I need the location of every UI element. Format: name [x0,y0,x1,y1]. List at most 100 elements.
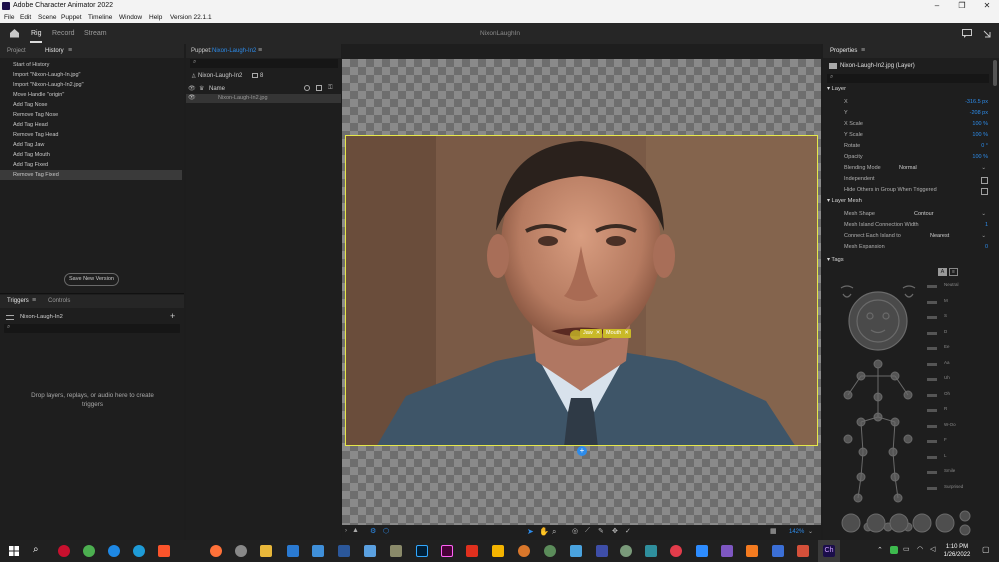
viseme-item[interactable]: Aa [927,360,987,376]
history-item[interactable]: Import "Nixon-Laugh-In2.jpg" [0,80,182,90]
trigger-search-input[interactable]: ⌕ [4,324,180,333]
menu-scene[interactable]: Scene [38,14,56,21]
connect-select[interactable]: Nearest [930,233,949,239]
search-icon[interactable]: ⌕ [33,544,39,555]
viseme-item[interactable]: Surprised [927,484,987,500]
app-icon[interactable] [620,545,632,557]
expression-faces[interactable] [841,510,991,536]
history-item[interactable]: Add Tag Nose [0,100,182,110]
minimize-icon[interactable]: – [927,1,947,11]
physics-icon[interactable]: ⚙ [370,527,376,535]
clock[interactable]: 1:10 PM 1/26/2022 [940,543,974,559]
handle-tool-icon[interactable]: ✥ [612,527,618,535]
viseme-item[interactable]: M [927,298,987,314]
viseme-item[interactable]: R [927,406,987,422]
ie-icon[interactable] [108,545,120,557]
viseme-item[interactable]: Smile [927,468,987,484]
origin-icon[interactable] [304,85,310,91]
prop-value[interactable]: 1 [985,222,988,228]
tags-diagram[interactable] [833,280,933,540]
scrollbar[interactable] [993,60,997,86]
app-icon[interactable] [670,545,682,557]
store-icon[interactable] [287,545,299,557]
tray-icon[interactable] [890,546,898,554]
share-icon[interactable] [982,29,992,39]
panel-menu-icon[interactable]: ≡ [68,47,72,54]
mesh-icon[interactable]: ⬡ [383,527,389,535]
viseme-item[interactable]: Neutral [927,282,987,298]
panel-menu-icon[interactable]: ≡ [861,47,865,54]
viseme-item[interactable]: D [927,329,987,345]
hand-tool-icon[interactable]: ✋ [539,527,549,536]
section-layer[interactable]: ▾ Layer [827,86,846,92]
menu-timeline[interactable]: Timeline [88,14,112,21]
chrome-icon[interactable] [83,545,95,557]
history-item[interactable]: Add Tag Head [0,120,182,130]
photoshop-icon[interactable] [416,545,428,557]
menu-file[interactable]: File [4,14,14,21]
chevron-up-icon[interactable]: ⌃ [877,546,883,554]
notifications-icon[interactable]: ▢ [982,545,990,554]
viseme-item[interactable]: F [927,437,987,453]
close-icon[interactable]: ✕ [596,330,601,336]
close-icon[interactable]: ✕ [624,330,629,336]
origin-handle[interactable]: + [577,446,587,456]
prop-value[interactable]: 100 % [972,121,988,127]
section-layer-mesh[interactable]: ▾ Layer Mesh [827,198,862,204]
lock-icon[interactable]: ⚿ [328,85,333,92]
edge-icon[interactable] [133,545,145,557]
tab-rig[interactable]: Rig [31,30,42,37]
visibility-icon[interactable]: 👁 [188,94,196,101]
properties-search-input[interactable]: ⌕ [827,74,989,83]
menu-version[interactable]: Version 22.1.1 [170,14,212,21]
viseme-item[interactable]: Ee [927,344,987,360]
grid-icon[interactable]: ▦ [770,527,777,535]
app-icon[interactable] [466,545,478,557]
prop-value[interactable]: 0 ° [981,143,988,149]
app-icon[interactable] [570,545,582,557]
prop-value[interactable]: -316.5 px [965,99,988,105]
tab-stream[interactable]: Stream [84,30,107,37]
file-explorer-icon[interactable] [260,545,272,557]
origin-tool-icon[interactable]: ◎ [572,527,578,535]
tab-record[interactable]: Record [52,30,75,37]
tab-controls[interactable]: Controls [48,298,70,304]
panel-menu-icon[interactable]: ≡ [32,297,36,304]
app-icon[interactable] [312,545,324,557]
word-icon[interactable] [338,545,350,557]
layer-name[interactable]: Nixon-Laugh-In2.jpg [218,95,268,101]
maximize-icon[interactable]: ❐ [952,1,972,11]
app-icon[interactable] [518,545,530,557]
app-icon[interactable] [772,545,784,557]
independent-checkbox[interactable] [981,177,988,184]
prop-value[interactable]: 0 [985,244,988,250]
panel-menu-icon[interactable]: ≡ [258,47,262,54]
app-icon[interactable] [364,545,376,557]
add-trigger-button[interactable]: + [170,311,175,321]
blending-mode-select[interactable]: Normal [899,165,917,171]
zoom-tool-icon[interactable]: ⌕ [552,527,556,537]
character-animator-icon[interactable]: Ch [823,545,835,557]
puppet-search-input[interactable]: ⌕ [190,59,338,68]
tag-jaw[interactable]: Jaw ✕ [580,329,602,338]
chevron-right-icon[interactable]: › [345,528,347,534]
warning-icon[interactable]: ▲ [352,527,359,534]
viseme-item[interactable]: Uh [927,375,987,391]
app-icon[interactable] [492,545,504,557]
puppet-photo[interactable] [345,135,818,446]
prop-value[interactable]: 100 % [972,154,988,160]
selection-tool-icon[interactable]: ➤ [527,527,534,536]
app-icon[interactable] [544,545,556,557]
menu-puppet[interactable]: Puppet [61,14,82,21]
history-item[interactable]: Start of History [0,60,182,70]
menu-window[interactable]: Window [119,14,142,21]
history-item[interactable]: Add Tag Fixed [0,160,182,170]
chat-icon[interactable] [962,29,972,38]
tab-history[interactable]: History [45,48,64,54]
layer-row[interactable]: 👁 Nixon-Laugh-In2.jpg [186,94,341,103]
zoom-app-icon[interactable] [696,545,708,557]
column-name[interactable]: Name [209,86,225,92]
menu-edit[interactable]: Edit [20,14,31,21]
viseme-item[interactable]: W-Oo [927,422,987,438]
network-icon[interactable]: ▭ [903,545,910,553]
